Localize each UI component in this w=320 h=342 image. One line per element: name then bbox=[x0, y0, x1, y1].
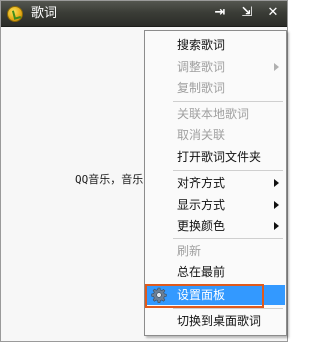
menu-item-label: 显示方式 bbox=[177, 198, 226, 212]
menu-item-label: 刷新 bbox=[177, 244, 202, 258]
submenu-arrow-icon bbox=[274, 201, 279, 209]
menu-item-label: 更换颜色 bbox=[177, 219, 226, 233]
menu-item-label: 打开歌词文件夹 bbox=[177, 150, 262, 164]
menu-item-search-lyrics[interactable]: 搜索歌词 bbox=[146, 35, 285, 55]
menu-item-refresh[interactable]: 刷新 bbox=[146, 241, 285, 261]
menu-item-label: 对齐方式 bbox=[177, 176, 226, 190]
highlight-callout-box bbox=[145, 284, 264, 308]
qq-music-logo-icon bbox=[7, 6, 23, 22]
menu-item-open-lyrics-folder[interactable]: 打开歌词文件夹 bbox=[146, 147, 285, 167]
menu-separator bbox=[173, 238, 283, 239]
submenu-arrow-icon bbox=[274, 63, 279, 71]
minimize-button[interactable]: ⇲ bbox=[238, 4, 256, 22]
menu-separator bbox=[173, 101, 283, 102]
pin-button[interactable]: ⇥ bbox=[211, 4, 229, 22]
menu-item-change-color[interactable]: 更换颜色 bbox=[146, 216, 285, 236]
menu-item-label: 复制歌词 bbox=[177, 81, 226, 95]
menu-item-link-local-lyrics[interactable]: 关联本地歌词 bbox=[146, 104, 285, 124]
menu-item-copy-lyrics[interactable]: 复制歌词 bbox=[146, 78, 285, 98]
menu-separator bbox=[173, 170, 283, 171]
menu-separator bbox=[173, 308, 283, 309]
menu-item-always-on-top[interactable]: 总在最前 bbox=[146, 262, 285, 282]
submenu-arrow-icon bbox=[274, 179, 279, 187]
submenu-arrow-icon bbox=[274, 222, 279, 230]
title-bar[interactable]: 歌词 ⇥ ⇲ ✕ bbox=[1, 1, 287, 27]
menu-item-display-mode[interactable]: 显示方式 bbox=[146, 195, 285, 215]
menu-item-cancel-link[interactable]: 取消关联 bbox=[146, 125, 285, 145]
menu-item-switch-desktop-lyrics[interactable]: 切换到桌面歌词 bbox=[146, 311, 285, 331]
menu-item-label: 搜索歌词 bbox=[177, 38, 226, 52]
menu-item-label: 调整歌词 bbox=[177, 60, 226, 74]
menu-item-label: 关联本地歌词 bbox=[177, 107, 250, 121]
menu-item-label: 取消关联 bbox=[177, 128, 226, 142]
lyric-line: QQ音乐，音乐 bbox=[75, 173, 144, 186]
menu-item-label: 切换到桌面歌词 bbox=[177, 314, 262, 328]
close-button[interactable]: ✕ bbox=[264, 4, 282, 22]
menu-item-label: 总在最前 bbox=[177, 265, 226, 279]
window-title: 歌词 bbox=[31, 6, 58, 21]
menu-item-adjust-lyrics[interactable]: 调整歌词 bbox=[146, 57, 285, 77]
menu-item-alignment[interactable]: 对齐方式 bbox=[146, 173, 285, 193]
